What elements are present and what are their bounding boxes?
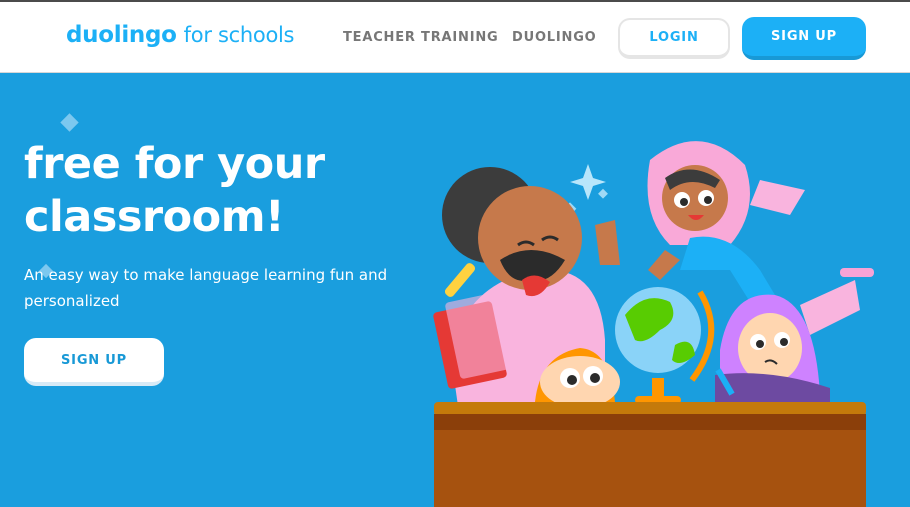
logo-brand-text: duolingo xyxy=(66,22,177,48)
hero-title-line1: free for your xyxy=(24,139,325,189)
top-navigation-bar: duolingo for schools TEACHER TRAINING DU… xyxy=(0,0,910,73)
sparkle-icon xyxy=(598,188,608,199)
hero-title-line2: classroom! xyxy=(24,192,285,242)
sparkle-icon xyxy=(840,268,874,277)
header-signup-button[interactable]: SIGN UP xyxy=(742,17,866,60)
duolingo-for-schools-logo[interactable]: duolingo for schools xyxy=(66,22,295,48)
nav-link-teacher-training[interactable]: TEACHER TRAINING xyxy=(343,30,499,45)
hero-subtitle: An easy way to make language learning fu… xyxy=(24,266,388,310)
hero-signup-button[interactable]: SIGN UP xyxy=(24,338,164,386)
nav-link-duolingo[interactable]: DUOLINGO xyxy=(512,30,597,45)
desk-icon xyxy=(434,402,866,507)
hero-title: free for your classroom! xyxy=(24,138,404,244)
logo-suffix-text: for schools xyxy=(183,23,295,47)
classroom-illustration xyxy=(433,141,874,507)
globe-icon xyxy=(615,287,715,404)
login-button[interactable]: LOGIN xyxy=(618,18,730,59)
